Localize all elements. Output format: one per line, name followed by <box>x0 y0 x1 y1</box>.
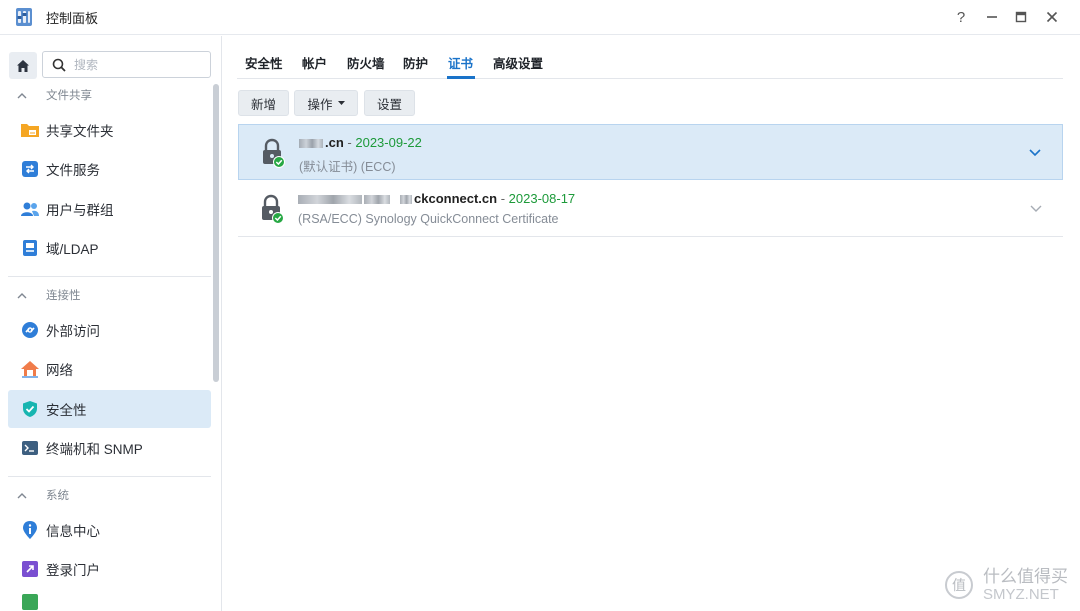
sidebar-item-users-groups[interactable]: 用户与群组 <box>8 190 211 228</box>
chevron-down-icon[interactable] <box>1029 201 1043 215</box>
window-title: 控制面板 <box>46 11 99 26</box>
tab-certificate[interactable]: 证书 <box>448 53 473 72</box>
chevron-up-icon <box>17 492 27 498</box>
title-bar: 控制面板 ? <box>0 0 1080 35</box>
section-label: 系统 <box>46 490 69 502</box>
close-icon <box>1046 11 1058 23</box>
certificate-expiry-date: 2023-09-22 <box>355 135 422 150</box>
certificate-row[interactable]: ckconnect.cn - 2023-08-17 (RSA/ECC) Syno… <box>238 181 1063 237</box>
caret-down-icon <box>337 101 345 105</box>
sidebar-item-label: 文件服务 <box>46 163 100 178</box>
add-button[interactable]: 新增 <box>238 90 289 116</box>
watermark: 值 什么值得买 SMYZ.NET <box>945 566 1068 603</box>
section-label: 文件共享 <box>46 90 92 102</box>
info-icon <box>23 521 37 539</box>
login-portal-icon <box>22 561 38 577</box>
watermark-site: SMYZ.NET <box>983 585 1059 603</box>
sidebar-item-label: 终端机和 SNMP <box>46 442 143 457</box>
maximize-button[interactable] <box>1008 4 1034 30</box>
shield-icon <box>23 401 37 417</box>
maximize-icon <box>1015 11 1027 23</box>
domain-ldap-icon <box>23 240 37 256</box>
certificate-expiry-date: 2023-08-17 <box>508 191 576 206</box>
tab-bar: 安全性 帐户 防火墙 防护 证书 高级设置 <box>237 36 1063 79</box>
section-divider <box>8 476 211 477</box>
sidebar-item-login-portal[interactable]: 登录门户 <box>8 550 211 588</box>
sidebar-item-security[interactable]: 安全性 <box>8 390 211 428</box>
sidebar-item-domain-ldap[interactable]: 域/LDAP <box>8 229 211 267</box>
home-button[interactable] <box>9 52 37 79</box>
redacted-text <box>299 139 323 149</box>
certificate-title: ckconnect.cn - 2023-08-17 <box>298 191 575 206</box>
sidebar-item-label: 安全性 <box>46 403 87 418</box>
tab-account[interactable]: 帐户 <box>302 53 327 72</box>
sidebar-item-label: 网络 <box>46 363 73 378</box>
section-header-file-sharing[interactable]: 文件共享 <box>8 84 211 106</box>
redacted-text <box>298 195 362 205</box>
sidebar-item-partial[interactable] <box>8 592 211 611</box>
certificate-domain: ckconnect.cn <box>414 191 498 206</box>
section-header-system[interactable]: 系统 <box>8 484 211 506</box>
section-divider <box>8 276 211 277</box>
sidebar-item-label: 域/LDAP <box>46 242 99 257</box>
actions-dropdown-button[interactable]: 操作 <box>294 90 358 116</box>
tab-security[interactable]: 安全性 <box>245 53 283 72</box>
help-button[interactable]: ? <box>948 4 974 30</box>
close-button[interactable] <box>1039 4 1065 30</box>
sidebar-item-label: 信息中心 <box>46 524 100 539</box>
shared-folder-icon <box>21 124 39 137</box>
tab-protection[interactable]: 防护 <box>403 53 428 72</box>
main-panel: 安全性 帐户 防火墙 防护 证书 高级设置 新增 操作 设置 .cn - 202… <box>223 36 1080 611</box>
certificate-description: (RSA/ECC) Synology QuickConnect Certific… <box>298 212 559 226</box>
tab-advanced[interactable]: 高级设置 <box>493 53 543 72</box>
watermark-logo: 值 <box>945 571 973 600</box>
actions-label: 操作 <box>307 97 333 112</box>
minimize-button[interactable] <box>979 4 1005 30</box>
sidebar-item-label: 用户与群组 <box>46 203 114 218</box>
theme-icon <box>22 594 38 610</box>
section-header-connectivity[interactable]: 连接性 <box>8 284 211 306</box>
file-services-icon <box>22 161 38 177</box>
certificate-title: .cn - 2023-09-22 <box>299 135 422 150</box>
section-label: 连接性 <box>46 290 81 302</box>
control-panel-app-icon <box>16 8 32 26</box>
certificate-domain: .cn <box>325 135 344 150</box>
tab-firewall[interactable]: 防火墙 <box>347 53 385 72</box>
network-house-icon <box>21 361 39 378</box>
sidebar-item-label: 共享文件夹 <box>46 124 114 139</box>
lock-verified-icon <box>262 194 284 224</box>
certificate-row[interactable]: .cn - 2023-09-22 (默认证书) (ECC) <box>238 124 1063 180</box>
sidebar-item-label: 外部访问 <box>46 324 100 339</box>
sidebar-item-info-center[interactable]: 信息中心 <box>8 511 211 549</box>
redacted-text <box>364 195 390 205</box>
sidebar-item-shared-folder[interactable]: 共享文件夹 <box>8 111 211 149</box>
lock-verified-icon <box>263 138 285 168</box>
search-input[interactable] <box>74 56 204 74</box>
minimize-icon <box>987 16 997 18</box>
watermark-text: 什么值得买 <box>983 566 1068 586</box>
home-icon <box>17 59 29 72</box>
chevron-down-icon[interactable] <box>1028 145 1042 159</box>
active-tab-indicator <box>447 76 475 79</box>
settings-button[interactable]: 设置 <box>364 90 415 116</box>
certificate-description: (默认证书) (ECC) <box>299 160 396 174</box>
search-box[interactable] <box>42 51 211 78</box>
sidebar-item-label: 登录门户 <box>46 563 100 578</box>
chevron-up-icon <box>17 92 27 98</box>
sidebar-item-network[interactable]: 网络 <box>8 350 211 388</box>
external-access-icon <box>22 322 38 338</box>
terminal-icon <box>22 441 38 455</box>
sidebar-item-terminal-snmp[interactable]: 终端机和 SNMP <box>8 429 211 467</box>
search-icon <box>52 58 66 72</box>
sidebar-item-file-services[interactable]: 文件服务 <box>8 150 211 188</box>
sidebar-item-external-access[interactable]: 外部访问 <box>8 311 211 349</box>
chevron-up-icon <box>17 292 27 298</box>
redacted-text <box>400 195 412 205</box>
sidebar-scrollbar[interactable] <box>213 84 219 382</box>
sidebar: 文件共享 共享文件夹 文件服务 用户与群组 域/LDAP 连接性 外部访问 网络… <box>0 36 222 611</box>
users-icon <box>21 202 39 216</box>
